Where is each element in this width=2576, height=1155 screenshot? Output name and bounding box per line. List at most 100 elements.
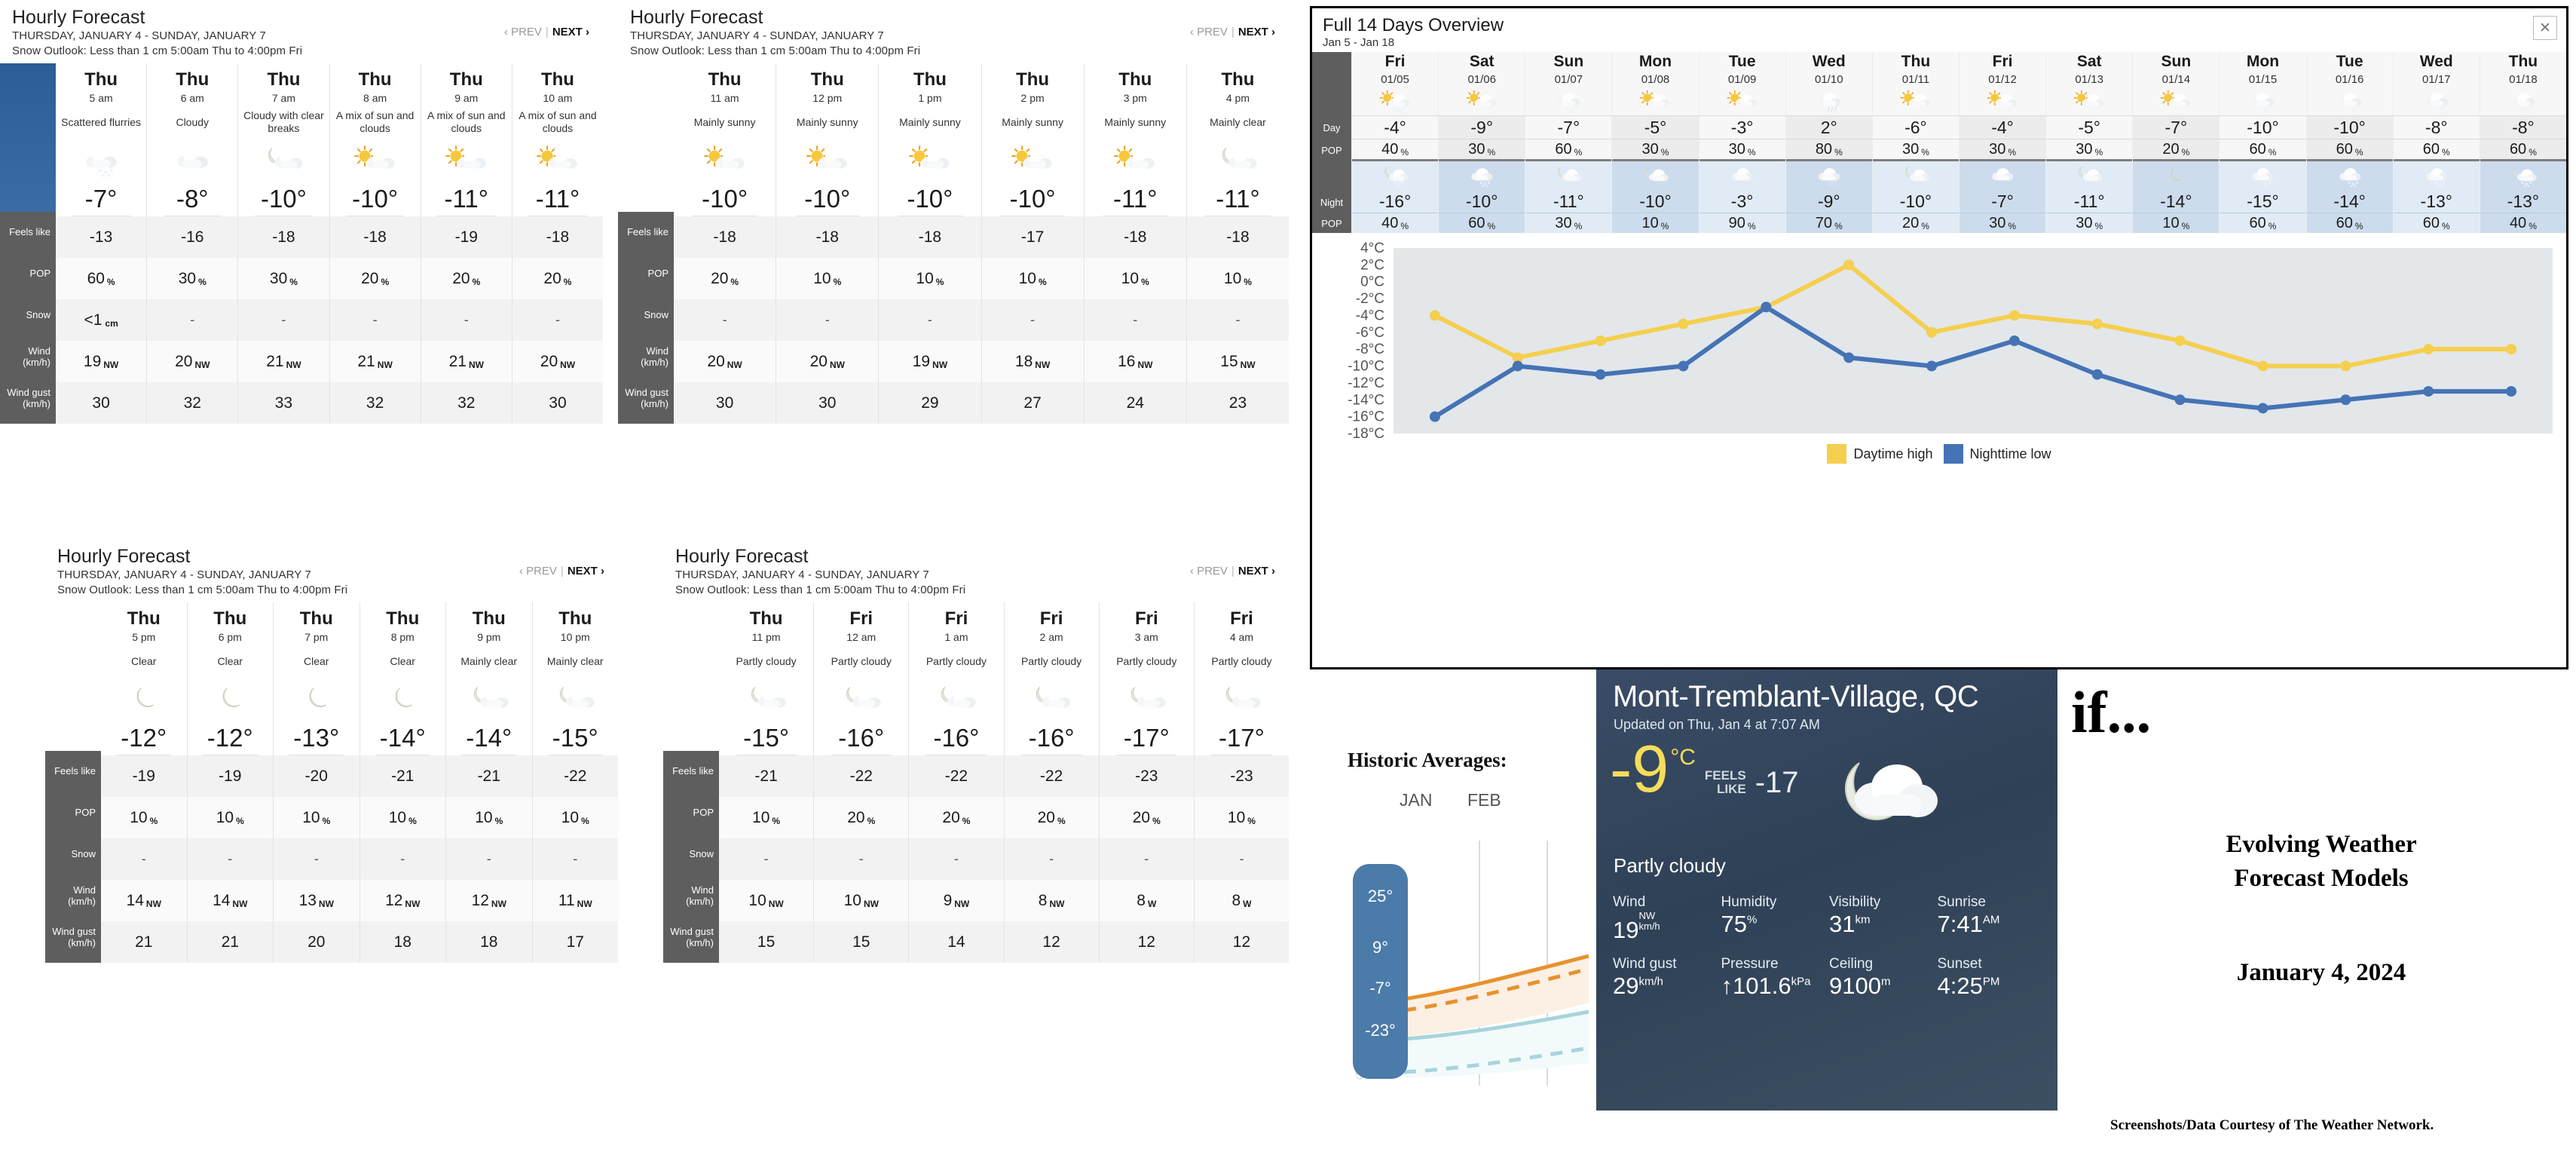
hourly-temperature: -17° bbox=[1211, 721, 1272, 755]
hourly-column[interactable]: Thu 6 pm Clear -12° -19 10% - 14 NW 21 bbox=[186, 602, 273, 963]
overview-night-temp: -10° bbox=[1439, 190, 1525, 213]
overview-day-column[interactable]: Sat 01/06 -9° 30% -10° 60% bbox=[1438, 52, 1525, 233]
chart-point bbox=[2174, 335, 2186, 346]
overview-day-temp: -5° bbox=[1612, 115, 1699, 139]
next-button[interactable]: NEXT › bbox=[1238, 565, 1275, 578]
overview-day-pop: 60% bbox=[2220, 139, 2306, 159]
overview-day-column[interactable]: Mon 01/08 -5° 30% -10° 10% bbox=[1611, 52, 1699, 233]
next-button[interactable]: NEXT › bbox=[1238, 26, 1275, 38]
hourly-wind-gust: 23 bbox=[1186, 382, 1290, 424]
next-button[interactable]: NEXT › bbox=[568, 565, 604, 578]
next-button[interactable]: NEXT › bbox=[552, 26, 589, 38]
overview-day-column[interactable]: Tue 01/09 -3° 30% -3° 90% bbox=[1698, 52, 1785, 233]
hourly-pagination: ‹ PREV | NEXT › bbox=[1189, 26, 1275, 38]
hourly-column[interactable]: Thu 11 pm Partly cloudy -15° -21 10% - 1… bbox=[719, 602, 814, 963]
overview-day-pop: 60% bbox=[2393, 139, 2480, 159]
hourly-header: Hourly Forecast THURSDAY, JANUARY 4 - SU… bbox=[45, 539, 618, 602]
hourly-row-label-1: POP bbox=[647, 268, 668, 280]
overview-day-column[interactable]: Wed 01/10 2° 80% -9° 70% bbox=[1785, 52, 1872, 233]
hourly-column[interactable]: Thu 12 pm Mainly sunny -10° -18 10% - 20… bbox=[776, 63, 879, 424]
sun-cloud-icon bbox=[2133, 87, 2220, 115]
cloud-snow-icon bbox=[1439, 161, 1525, 190]
hourly-column[interactable]: Thu 5 am Scattered flurries -7° -13 60% … bbox=[56, 63, 147, 424]
hourly-column[interactable]: Thu 7 pm Clear -13° -20 10% - 13 NW 20 bbox=[273, 602, 359, 963]
close-icon[interactable]: ✕ bbox=[2533, 16, 2557, 40]
hourly-wind: 21 NW bbox=[238, 341, 329, 382]
overview-day-column[interactable]: Wed 01/17 -8° 60% -13° 60% bbox=[2392, 52, 2480, 233]
sun-cloud-icon bbox=[330, 139, 421, 182]
overview-day-column[interactable]: Sat 01/13 -5° 30% -11° 30% bbox=[2045, 52, 2133, 233]
hourly-column[interactable]: Thu 11 am Mainly sunny -10° -18 20% - 20… bbox=[674, 63, 776, 424]
overview-day-column[interactable]: Fri 01/12 -4° 30% -7° 30% bbox=[1958, 52, 2046, 233]
overview-night-pop: 60% bbox=[2306, 213, 2393, 233]
hourly-column[interactable]: Fri 12 am Partly cloudy -16° -22 20% - 1… bbox=[813, 602, 909, 963]
spacer-night-icon bbox=[1312, 162, 1351, 191]
if-headline: if... bbox=[2071, 679, 2152, 745]
hourly-row-label-0: Feels like bbox=[672, 765, 714, 777]
hourly-table: Feels like POP Snow Wind (km/h) Wind gust (km/… bbox=[45, 602, 618, 963]
hourly-temperature: -10° bbox=[897, 182, 963, 216]
hourly-condition: Mainly clear bbox=[546, 654, 604, 667]
hourly-pop: 20% bbox=[909, 797, 1004, 838]
hourly-column[interactable]: Thu 8 pm Clear -14° -21 10% - 12 NW 18 bbox=[359, 602, 445, 963]
prev-button[interactable]: ‹ PREV bbox=[519, 565, 557, 578]
hourly-column[interactable]: Fri 4 am Partly cloudy -17° -23 10% - 8W… bbox=[1193, 602, 1290, 963]
hourly-column[interactable]: Thu 4 pm Mainly clear -11° -18 10% - 15 N… bbox=[1186, 63, 1290, 424]
chart-ytick: -12°C bbox=[1348, 375, 1384, 391]
overview-subtitle: Jan 5 - Jan 18 bbox=[1323, 36, 1395, 49]
overview-day-column[interactable]: Mon 01/15 -10° 60% -15° 60% bbox=[2219, 52, 2306, 233]
overview-day-column[interactable]: Thu 01/11 -6° 30% -10° 20% bbox=[1871, 52, 1959, 233]
hourly-snow: - bbox=[1004, 838, 1099, 880]
overview-day-column[interactable]: Sun 01/07 -7° 60% -11° 30% bbox=[1525, 52, 1612, 233]
overview-day-column[interactable]: Thu 01/18 -8° 60% -13° 40% bbox=[2479, 52, 2566, 233]
overview-night-temp: -3° bbox=[1699, 190, 1785, 213]
hourly-column[interactable]: Thu 8 am A mix of sun and clouds -10° -1… bbox=[329, 63, 421, 424]
hourly-time: 8 am bbox=[363, 92, 387, 104]
hourly-row-label-3: Wind (km/h) bbox=[641, 345, 668, 368]
overview-day-column[interactable]: Sun 01/14 -7° 20% -14° 10% bbox=[2132, 52, 2220, 233]
hourly-pop: 10% bbox=[446, 797, 532, 838]
hourly-column[interactable]: Thu 2 pm Mainly sunny -10° -17 10% - 18 N… bbox=[981, 63, 1084, 424]
hourly-column[interactable]: Thu 9 am A mix of sun and clouds -11° -1… bbox=[420, 63, 512, 424]
hourly-condition: Clear bbox=[217, 654, 243, 667]
chart-point bbox=[2340, 394, 2351, 406]
hourly-column[interactable]: Thu 6 am Cloudy -8° -16 30% - 20 NW 32 bbox=[146, 63, 238, 424]
hourly-time: 9 am bbox=[454, 92, 479, 104]
hourly-day: Thu bbox=[540, 69, 574, 90]
moon-cloud-icon bbox=[1612, 161, 1699, 190]
hourly-row-labels: Feels like POP Snow Wind (km/h) Wind gust (km/… bbox=[0, 63, 56, 424]
hourly-column[interactable]: Thu 10 pm Mainly clear -15° -22 10% - 11… bbox=[531, 602, 618, 963]
hourly-pagination: ‹ PREV | NEXT › bbox=[1189, 565, 1275, 578]
hourly-column[interactable]: Thu 3 pm Mainly sunny -11° -18 10% - 16 N… bbox=[1083, 63, 1186, 424]
hourly-column[interactable]: Fri 2 am Partly cloudy -16° -22 20% - 8N… bbox=[1003, 602, 1099, 963]
legend-label-daytime-high: Daytime high bbox=[1853, 446, 1933, 461]
hourly-column[interactable]: Fri 3 am Partly cloudy -17° -23 20% - 8W… bbox=[1098, 602, 1194, 963]
prev-button[interactable]: ‹ PREV bbox=[1190, 565, 1228, 578]
overview-day-temp: -7° bbox=[2133, 115, 2220, 139]
hourly-time: 8 pm bbox=[390, 631, 415, 643]
hourly-temperature: -7° bbox=[72, 182, 130, 216]
overview-day-column[interactable]: Fri 01/05 -4° 40% -16° 40% bbox=[1351, 52, 1439, 233]
hourly-columns: Thu 11 pm Partly cloudy -15° -21 10% - 1… bbox=[719, 602, 1290, 963]
hourly-column[interactable]: Thu 9 pm Mainly clear -14° -21 10% - 12 N… bbox=[445, 602, 532, 963]
hourly-time: 12 am bbox=[846, 631, 877, 643]
prev-button[interactable]: ‹ PREV bbox=[504, 26, 542, 38]
chart-ytick: -16°C bbox=[1348, 409, 1384, 425]
hourly-snow: - bbox=[909, 838, 1004, 880]
hourly-day: Thu bbox=[386, 608, 420, 629]
hourly-column[interactable]: Fri 1 am Partly cloudy -16° -22 20% - 9N… bbox=[908, 602, 1004, 963]
overview-day-column[interactable]: Tue 01/16 -10° 60% -14° 60% bbox=[2305, 52, 2393, 233]
hourly-column[interactable]: Thu 7 am Cloudy with clear breaks -10° -… bbox=[237, 63, 329, 424]
hourly-column[interactable]: Thu 10 am A mix of sun and clouds -11° -… bbox=[511, 63, 604, 424]
hourly-pop: 30% bbox=[238, 258, 329, 299]
chart-point bbox=[2506, 344, 2517, 355]
hourly-condition: Partly cloudy bbox=[831, 654, 892, 667]
moon-cloud-icon bbox=[446, 678, 532, 721]
hourly-temperature: -11° bbox=[1205, 182, 1271, 216]
hourly-column[interactable]: Thu 1 pm Mainly sunny -10° -18 10% - 19 N… bbox=[878, 63, 981, 424]
hourly-feels-like: -19 bbox=[187, 755, 273, 797]
scale-label-3: -23° bbox=[1365, 1021, 1396, 1040]
prev-button[interactable]: ‹ PREV bbox=[1190, 26, 1228, 38]
hourly-snow: - bbox=[238, 299, 329, 341]
hourly-column[interactable]: Thu 5 pm Clear -12° -19 10% - 14 NW 21 bbox=[101, 602, 187, 963]
